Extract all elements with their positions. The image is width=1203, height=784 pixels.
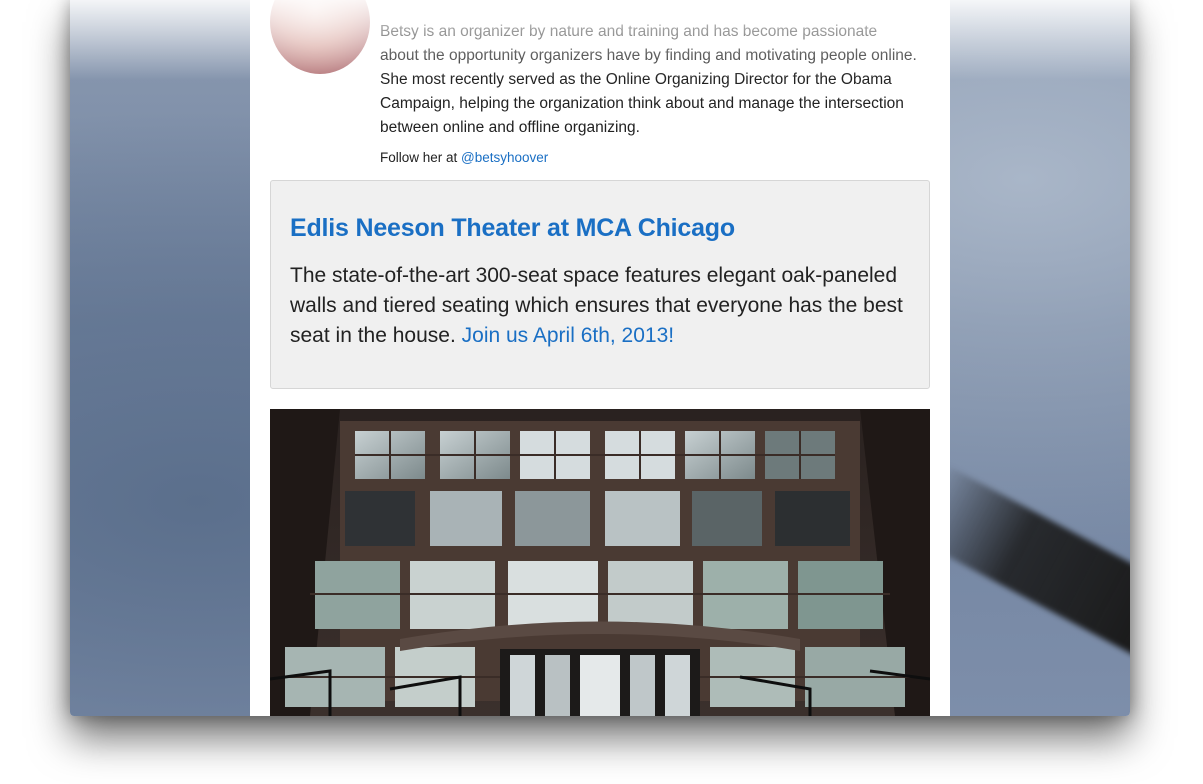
event-date-link[interactable]: Join us April 6th, 2013! (462, 324, 674, 347)
venue-description: The state-of-the-art 300-seat space feat… (290, 261, 910, 351)
speaker-bio: Betsy is an organizer by nature and trai… (380, 23, 917, 136)
follow-prefix: Follow her at (380, 150, 462, 165)
venue-title: Edlis Neeson Theater at MCA Chicago (290, 214, 735, 242)
speaker-avatar (270, 0, 370, 74)
follow-line: Follow her at @betsyhoover (380, 150, 548, 165)
twitter-handle-link[interactable]: @betsyhoover (461, 150, 548, 165)
mca-building-illustration (270, 409, 930, 716)
page-content: Betsy is an organizer by nature and trai… (250, 0, 950, 716)
venue-card: Edlis Neeson Theater at MCA Chicago The … (270, 180, 930, 389)
venue-photo (270, 409, 930, 716)
browser-window: Betsy is an organizer by nature and trai… (70, 0, 1130, 716)
